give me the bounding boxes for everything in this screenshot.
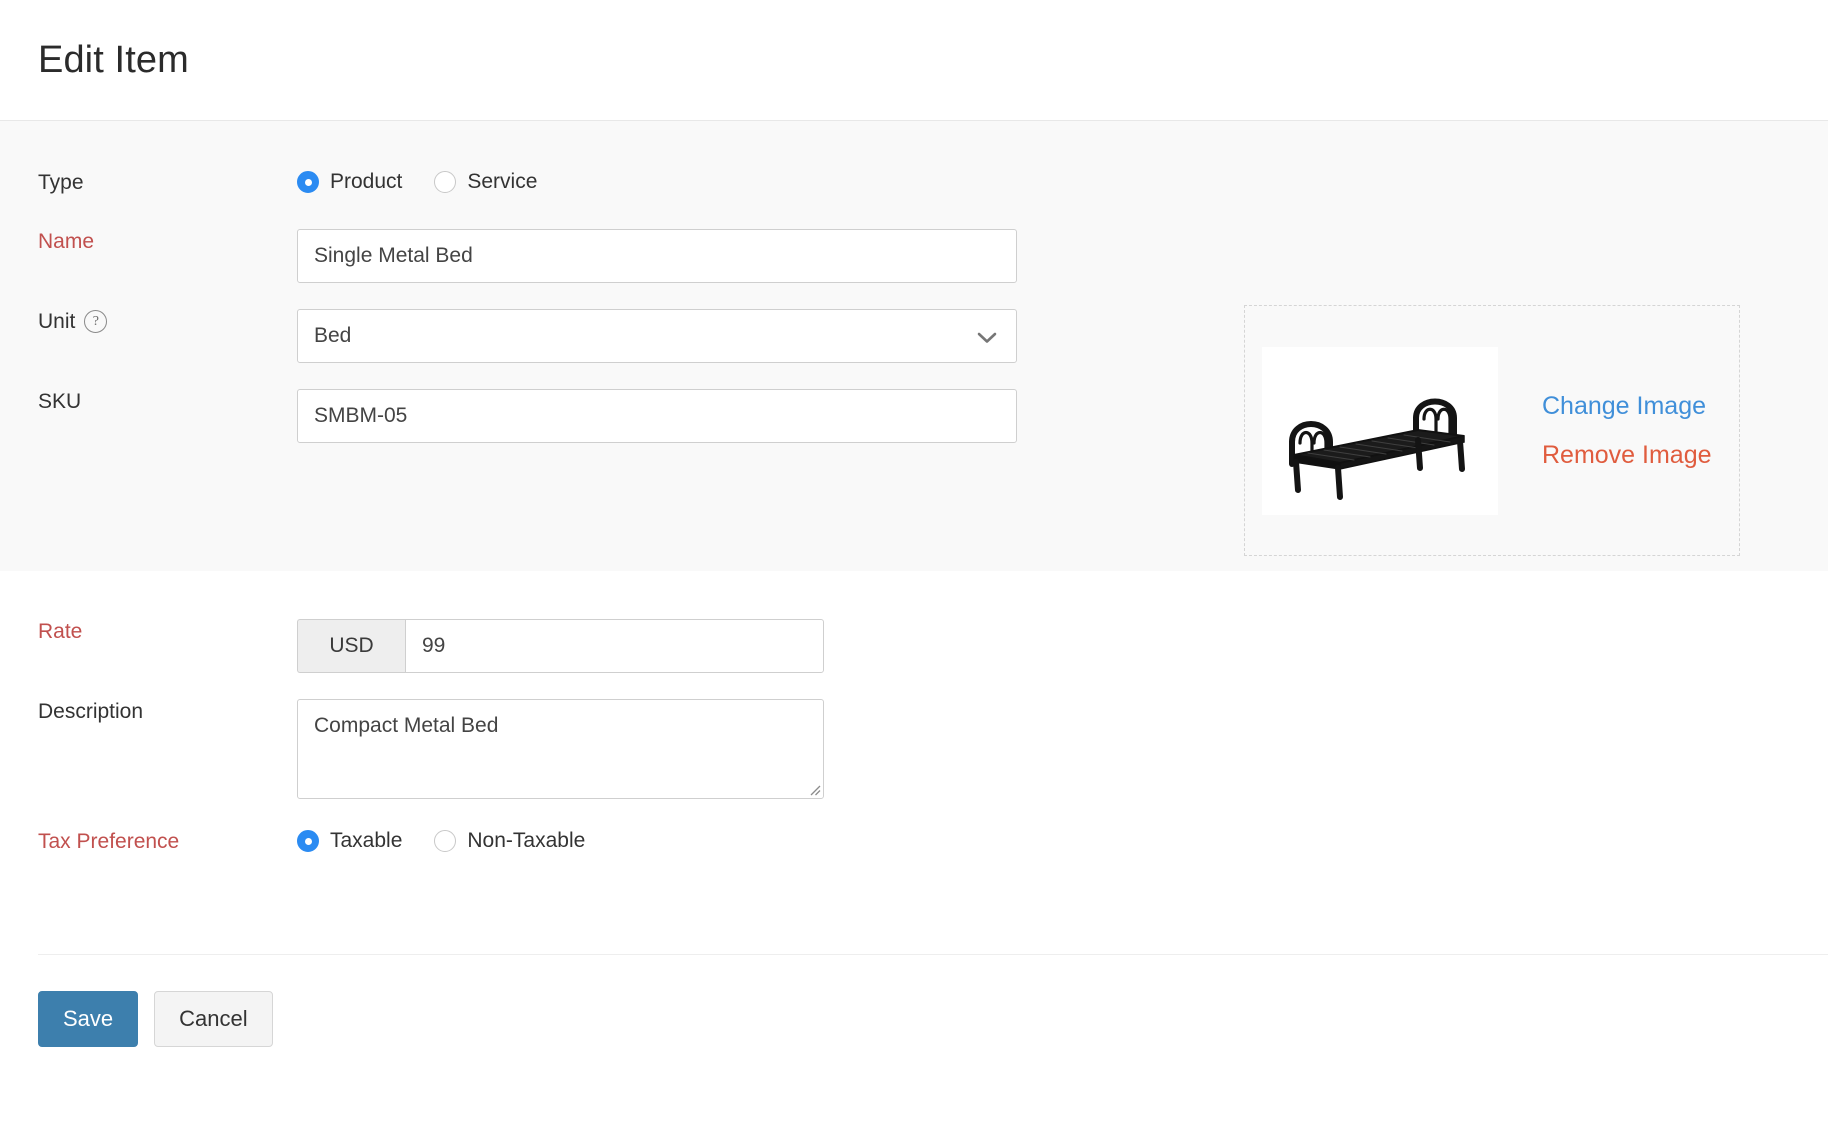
radio-service-icon[interactable] [434, 171, 456, 193]
item-image-thumbnail [1262, 347, 1498, 515]
radio-option-taxable[interactable]: Taxable [297, 829, 402, 853]
radio-service-label: Service [467, 170, 537, 194]
unit-select-wrap: Bed [297, 309, 1017, 363]
type-field: Product Service [297, 170, 1828, 194]
tax-preference-radio-group: Taxable Non-Taxable [297, 829, 1828, 853]
radio-option-service[interactable]: Service [434, 170, 537, 194]
description-textarea[interactable]: Compact Metal Bed [297, 699, 824, 799]
unit-select-value: Bed [314, 324, 351, 348]
remove-image-link[interactable]: Remove Image [1542, 441, 1712, 470]
save-button[interactable]: Save [38, 991, 138, 1047]
name-label: Name [0, 229, 297, 254]
footer-actions: Save Cancel [0, 955, 1828, 1047]
description-textarea-wrap: Compact Metal Bed [297, 699, 824, 799]
radio-taxable-label: Taxable [330, 829, 402, 853]
tax-preference-label-text: Tax Preference [38, 829, 179, 854]
rate-input-group: USD [297, 619, 824, 673]
description-label: Description [0, 699, 297, 724]
change-image-link[interactable]: Change Image [1542, 392, 1712, 421]
item-image-card[interactable]: Change Image Remove Image [1244, 305, 1740, 556]
rate-input[interactable] [405, 619, 824, 673]
type-label: Type [0, 170, 297, 195]
item-basic-info-section: Type Product Service Name Uni [0, 121, 1828, 571]
sku-input[interactable] [297, 389, 1017, 443]
radio-taxable-icon[interactable] [297, 830, 319, 852]
currency-prefix: USD [297, 619, 405, 673]
sku-label: SKU [0, 389, 297, 414]
form-row-rate: Rate USD [0, 619, 1828, 673]
rate-label: Rate [0, 619, 297, 644]
description-label-text: Description [38, 699, 143, 724]
item-pricing-section: Rate USD Description Compact Metal Bed [0, 571, 1828, 854]
name-label-text: Name [38, 229, 94, 254]
page-title: Edit Item [38, 39, 189, 82]
type-radio-group: Product Service [297, 170, 1828, 194]
radio-option-non-taxable[interactable]: Non-Taxable [434, 829, 585, 853]
image-action-links: Change Image Remove Image [1542, 392, 1712, 470]
tax-preference-label: Tax Preference [0, 829, 297, 854]
unit-select[interactable]: Bed [297, 309, 1017, 363]
tax-preference-field: Taxable Non-Taxable [297, 829, 1828, 853]
page-header: Edit Item [0, 0, 1828, 121]
radio-product-icon[interactable] [297, 171, 319, 193]
cancel-button[interactable]: Cancel [154, 991, 272, 1047]
footer-spacer [0, 854, 1828, 954]
rate-field: USD [297, 619, 1828, 673]
unit-label: Unit ? [0, 309, 297, 334]
form-row-type: Type Product Service [0, 170, 1828, 195]
radio-option-product[interactable]: Product [297, 170, 402, 194]
metal-bed-illustration [1268, 356, 1492, 506]
radio-product-label: Product [330, 170, 402, 194]
description-field: Compact Metal Bed [297, 699, 1828, 799]
name-field [297, 229, 1828, 283]
unit-label-text: Unit [38, 309, 75, 334]
question-mark-icon[interactable]: ? [84, 310, 107, 333]
name-input[interactable] [297, 229, 1017, 283]
rate-label-text: Rate [38, 619, 82, 644]
form-row-description: Description Compact Metal Bed [0, 699, 1828, 799]
form-row-tax-preference: Tax Preference Taxable Non-Taxable [0, 829, 1828, 854]
radio-non-taxable-icon[interactable] [434, 830, 456, 852]
radio-non-taxable-label: Non-Taxable [467, 829, 585, 853]
form-row-name: Name [0, 229, 1828, 283]
type-label-text: Type [38, 170, 84, 195]
sku-label-text: SKU [38, 389, 81, 414]
